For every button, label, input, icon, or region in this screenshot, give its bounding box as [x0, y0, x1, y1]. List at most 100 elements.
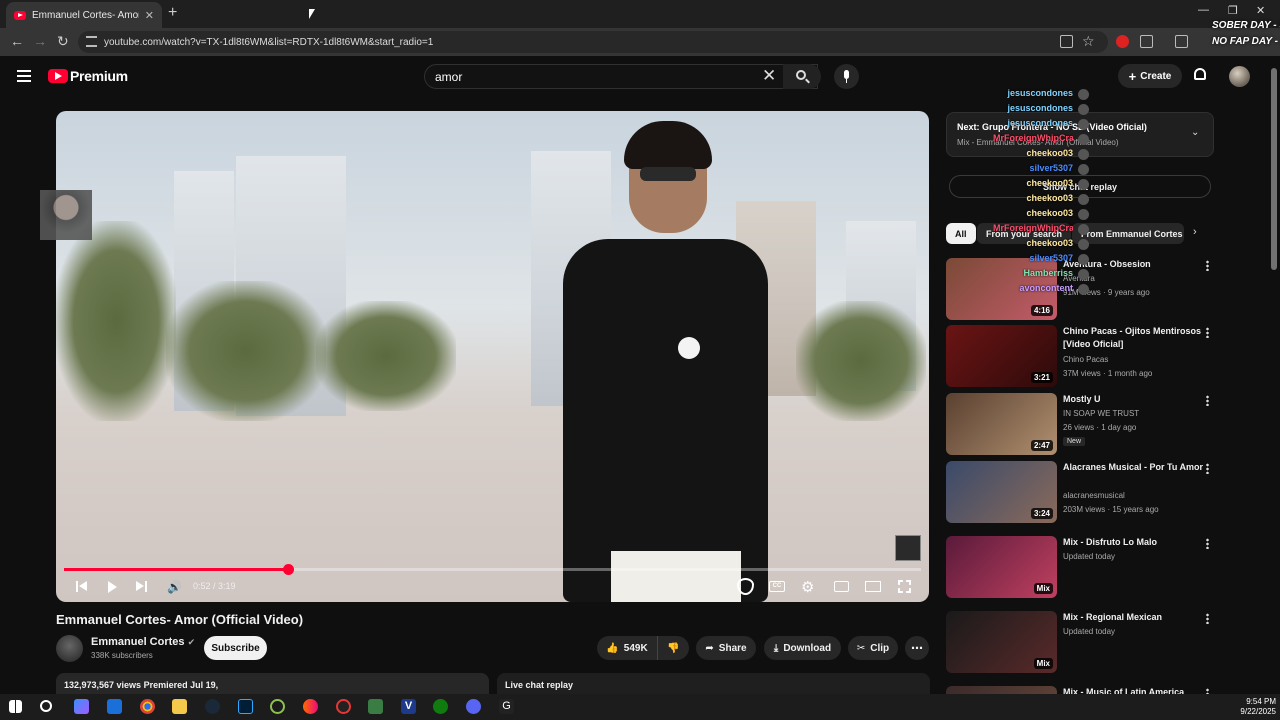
recommendation-thumbnail[interactable]: Mix [946, 536, 1057, 598]
brand-label[interactable]: Premium [70, 68, 128, 84]
vegas-icon[interactable]: V [401, 699, 416, 714]
side-panel-icon[interactable] [1175, 35, 1188, 48]
clear-search-icon[interactable]: ✕ [762, 66, 776, 86]
recommendation-thumbnail[interactable]: 3:24 [946, 461, 1057, 523]
more-options-icon[interactable] [1206, 395, 1209, 406]
address-bar[interactable]: youtube.com/watch?v=TX-1dl8t6WM&list=RDT… [78, 31, 1108, 53]
back-icon[interactable]: ← [10, 33, 24, 49]
miniplayer-icon[interactable] [834, 581, 849, 592]
page-scrollbar[interactable] [1271, 68, 1277, 270]
recommendation-item[interactable]: 2:47 Mostly U IN SOAP WE TRUST 26 views · 1… [946, 393, 1214, 455]
recommendation-title[interactable]: Alacranes Musical - Por Tu Amor [1063, 461, 1205, 474]
close-window-icon[interactable]: ✕ [1256, 4, 1265, 17]
next-icon[interactable] [136, 581, 144, 591]
chat-avatar-icon [1078, 239, 1089, 250]
more-options-icon[interactable] [1206, 538, 1209, 549]
subscribe-button[interactable]: Subscribe [204, 636, 267, 660]
more-options-icon[interactable] [1206, 327, 1209, 338]
recommendation-title[interactable]: Chino Pacas - Ojitos Mentirosos [Video O… [1063, 325, 1205, 351]
progress-scrubber[interactable] [282, 564, 294, 575]
chrome-icon[interactable] [140, 699, 155, 714]
recommendation-title[interactable]: Mix - Regional Mexican [1063, 611, 1205, 624]
chip-from-channel[interactable]: From Emmanuel Cortes [1072, 223, 1184, 244]
maximize-icon[interactable]: ❐ [1228, 4, 1238, 17]
gaming-app-icon[interactable]: G [499, 699, 514, 714]
volume-icon[interactable]: 🔊 [167, 580, 182, 594]
fullscreen-icon[interactable] [898, 580, 911, 593]
recommendation-channel[interactable]: alacranesmusical [1063, 491, 1125, 500]
close-tab-icon[interactable]: ✕ [145, 9, 154, 22]
install-app-icon[interactable] [1060, 35, 1073, 48]
outlook-icon[interactable] [107, 699, 122, 714]
theater-mode-icon[interactable] [865, 581, 881, 592]
windows-start-icon[interactable] [9, 700, 22, 713]
xbox-icon[interactable] [433, 699, 448, 714]
discord-icon[interactable] [466, 699, 481, 714]
store-icon[interactable] [368, 699, 383, 714]
video-player[interactable] [56, 111, 929, 602]
channel-watermark-icon[interactable] [895, 535, 921, 561]
recommendation-title[interactable]: Mix - Disfruto Lo Malo [1063, 536, 1205, 549]
extension-record-icon[interactable] [1116, 35, 1129, 48]
firefox-icon[interactable] [303, 699, 318, 714]
recommendation-item[interactable]: Mix - Music of Latin America [946, 686, 1214, 694]
extensions-puzzle-icon[interactable] [1140, 35, 1153, 48]
previous-icon[interactable] [76, 581, 78, 592]
recommendation-thumbnail[interactable] [946, 686, 1057, 694]
download-button[interactable]: ⤓ Download [764, 636, 841, 660]
menu-icon[interactable] [17, 70, 31, 82]
voice-search-icon[interactable] [834, 64, 859, 89]
reload-icon[interactable]: ↻ [57, 33, 69, 50]
recommendation-channel[interactable]: Chino Pacas [1063, 355, 1108, 364]
chip-all[interactable]: All [946, 223, 976, 244]
more-options-icon[interactable] [1206, 260, 1209, 271]
site-info-icon[interactable] [86, 36, 97, 47]
recommendation-title[interactable]: Mostly U [1063, 393, 1205, 406]
more-actions-button[interactable]: ⋯ [905, 636, 929, 660]
browser-tab[interactable]: Emmanuel Cortes- Amor (Offici... ✕ [6, 2, 162, 28]
minimize-icon[interactable]: — [1198, 4, 1209, 16]
recommendation-thumbnail[interactable]: 2:47 [946, 393, 1057, 455]
more-options-icon[interactable] [1206, 463, 1209, 474]
progress-bar[interactable] [64, 564, 921, 575]
recommendation-item[interactable]: Mix Mix - Disfruto Lo Malo Updated today [946, 536, 1214, 598]
recommendation-channel[interactable]: IN SOAP WE TRUST [1063, 409, 1139, 418]
settings-gear-icon[interactable]: ⚙ [801, 578, 814, 596]
recommendation-thumbnail[interactable]: Mix [946, 611, 1057, 673]
chevron-right-icon[interactable]: › [1193, 226, 1197, 238]
new-tab-button[interactable]: + [168, 4, 177, 22]
obs-icon[interactable] [336, 699, 351, 714]
create-button[interactable]: + Create [1118, 64, 1182, 88]
search-button[interactable] [783, 64, 821, 89]
copilot-icon[interactable] [74, 699, 89, 714]
captions-icon[interactable]: CC [769, 581, 785, 592]
nvidia-icon[interactable] [270, 699, 285, 714]
account-avatar[interactable] [1229, 66, 1250, 87]
photoshop-icon[interactable] [238, 699, 253, 714]
recommendation-title[interactable]: Mix - Music of Latin America [1063, 686, 1205, 694]
recommendation-thumbnail[interactable]: 3:21 [946, 325, 1057, 387]
chevron-down-icon[interactable]: ⌄ [1191, 127, 1199, 138]
channel-name[interactable]: Emmanuel Cortes ✔ [91, 636, 195, 648]
search-input[interactable]: amor [424, 64, 818, 89]
share-button[interactable]: ➦ Share [696, 636, 756, 660]
file-explorer-icon[interactable] [172, 699, 187, 714]
notifications-bell-icon[interactable] [1194, 68, 1206, 80]
mouse-cursor-icon [309, 9, 315, 19]
system-clock[interactable]: 9:54 PM 9/22/2025 [1232, 697, 1276, 717]
channel-avatar[interactable] [56, 635, 83, 662]
steam-icon[interactable] [205, 699, 220, 714]
youtube-logo-icon[interactable] [48, 69, 68, 83]
taskbar-search-icon[interactable] [40, 700, 52, 712]
recommendation-item[interactable]: 3:21 Chino Pacas - Ojitos Mentirosos [Vid… [946, 325, 1214, 387]
clip-button[interactable]: ✂ Clip [848, 636, 898, 660]
forward-icon[interactable]: → [33, 33, 47, 49]
recommendation-item[interactable]: 3:24 Alacranes Musical - Por Tu Amor alacr… [946, 461, 1214, 523]
streamer-webcam-overlay [40, 190, 92, 240]
dislike-button[interactable]: 👎 [657, 636, 689, 660]
like-button[interactable]: 👍 549K [597, 636, 657, 660]
more-options-icon[interactable] [1206, 613, 1209, 624]
bookmark-star-icon[interactable]: ☆ [1082, 33, 1095, 50]
recommendation-item[interactable]: Mix Mix - Regional Mexican Updated today [946, 611, 1214, 673]
play-icon[interactable] [108, 581, 117, 593]
